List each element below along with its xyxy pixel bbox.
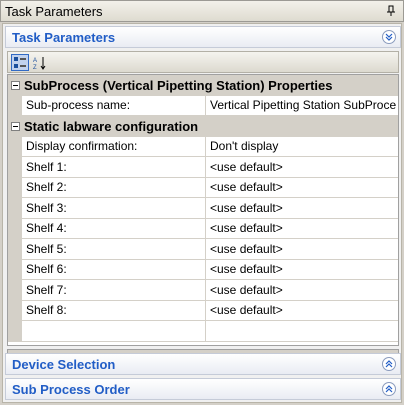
- property-row[interactable]: Shelf 6: <use default>: [8, 259, 398, 280]
- device-selection-title: Device Selection: [12, 356, 116, 372]
- category-label: Static labware configuration: [24, 118, 199, 134]
- property-row[interactable]: Shelf 7: <use default>: [8, 280, 398, 301]
- sort-az-icon: A Z: [33, 56, 46, 70]
- task-parameters-header[interactable]: Task Parameters: [5, 26, 401, 48]
- property-row[interactable]: Shelf 3: <use default>: [8, 198, 398, 219]
- property-value[interactable]: <use default>: [206, 239, 398, 260]
- property-value[interactable]: Vertical Pipetting Station SubProce: [206, 95, 398, 116]
- category-row[interactable]: SubProcess (Vertical Pipetting Station) …: [8, 75, 398, 96]
- property-name: Shelf 8:: [22, 300, 206, 321]
- property-value[interactable]: <use default>: [206, 157, 398, 178]
- property-value[interactable]: <use default>: [206, 259, 398, 280]
- property-name: [22, 321, 206, 342]
- property-value[interactable]: Don't display: [206, 136, 398, 157]
- property-row[interactable]: Shelf 2: <use default>: [8, 177, 398, 198]
- property-row[interactable]: Sub-process name: Vertical Pipetting Sta…: [8, 95, 398, 116]
- property-name: Shelf 1:: [22, 157, 206, 178]
- property-value[interactable]: <use default>: [206, 218, 398, 239]
- property-name: Shelf 7:: [22, 280, 206, 301]
- expand-down-icon[interactable]: [382, 357, 396, 371]
- property-name: Shelf 5:: [22, 239, 206, 260]
- sub-process-order-header[interactable]: Sub Process Order: [5, 378, 401, 400]
- svg-text:Z: Z: [33, 65, 37, 70]
- device-selection-header[interactable]: Device Selection: [5, 353, 401, 375]
- property-grid-toolbar: A Z: [7, 51, 399, 73]
- property-grid: SubProcess (Vertical Pipetting Station) …: [7, 74, 399, 346]
- task-parameters-title: Task Parameters: [12, 29, 116, 45]
- sub-process-order-title: Sub Process Order: [12, 381, 130, 397]
- property-value[interactable]: <use default>: [206, 300, 398, 321]
- property-name: Shelf 2:: [22, 177, 206, 198]
- collapse-up-icon[interactable]: [382, 30, 396, 44]
- task-pane: Task Parameters A Z SubProcess (Vertical…: [2, 23, 402, 403]
- property-value[interactable]: [206, 321, 398, 342]
- property-name: Shelf 3:: [22, 198, 206, 219]
- property-value[interactable]: <use default>: [206, 198, 398, 219]
- property-row[interactable]: Shelf 8: <use default>: [8, 300, 398, 321]
- property-name: Sub-process name:: [22, 95, 206, 116]
- window-titlebar: Task Parameters: [0, 0, 404, 22]
- svg-text:A: A: [33, 58, 37, 64]
- property-row[interactable]: [8, 321, 398, 342]
- property-row[interactable]: Shelf 1: <use default>: [8, 157, 398, 178]
- categorized-view-button[interactable]: [11, 54, 29, 71]
- property-name: Display confirmation:: [22, 136, 206, 157]
- property-value[interactable]: <use default>: [206, 280, 398, 301]
- collapse-minus-icon[interactable]: [11, 80, 20, 90]
- collapse-minus-icon[interactable]: [11, 121, 20, 131]
- property-row[interactable]: Display confirmation: Don't display: [8, 136, 398, 157]
- pin-icon[interactable]: [385, 4, 397, 18]
- category-row[interactable]: Static labware configuration: [8, 116, 398, 137]
- alphabetical-view-button[interactable]: A Z: [31, 54, 49, 71]
- window-title: Task Parameters: [5, 3, 103, 19]
- categorized-icon: [14, 56, 26, 68]
- category-label: SubProcess (Vertical Pipetting Station) …: [24, 77, 333, 93]
- property-row[interactable]: Shelf 5: <use default>: [8, 239, 398, 260]
- property-name: Shelf 6:: [22, 259, 206, 280]
- property-row[interactable]: Shelf 4: <use default>: [8, 218, 398, 239]
- property-name: Shelf 4:: [22, 218, 206, 239]
- expand-down-icon[interactable]: [382, 382, 396, 396]
- property-value[interactable]: <use default>: [206, 177, 398, 198]
